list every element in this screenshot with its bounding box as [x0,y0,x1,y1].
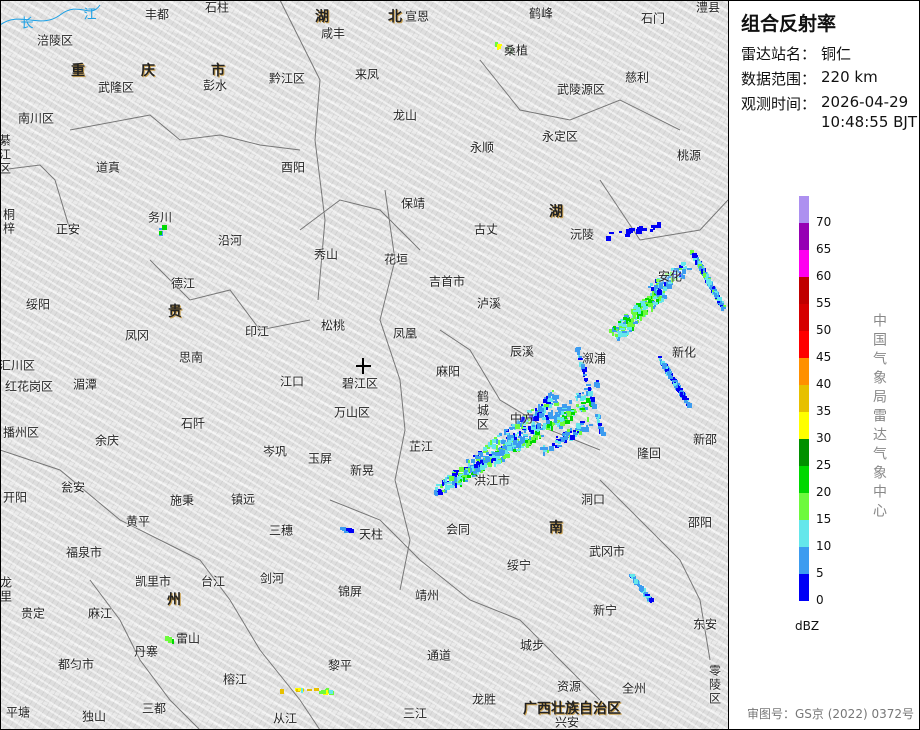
legend-swatch-35 [799,385,809,412]
range-row: 数据范围： 220 km [741,68,878,89]
legend-swatch-45 [799,331,809,358]
radar-viewer: 丰都 石柱湖北宣恩 咸丰 鹤峰 石门 澧县 涪陵区长江重庆市武隆区 彭水 黔江区 来凤 桑植 慈利 武陵… [0,0,920,730]
time-row: 观测时间： 2026-04-29 10:48:55 BJT [741,93,917,131]
legend-swatch-55 [799,277,809,304]
legend-label: 25 [816,458,832,472]
legend-label: 30 [816,431,832,445]
product-title: 组合反射率 [741,13,837,35]
agency-text: 中国气象局雷达气象中心 [871,313,887,522]
legend-label: 40 [816,377,832,391]
range-label: 数据范围： [741,70,817,88]
legend-label: 55 [816,296,832,310]
station-label: 雷达站名： [741,45,817,63]
legend-label: 20 [816,485,832,499]
legend-label: 10 [816,539,832,553]
legend-label: 15 [816,512,832,526]
legend-swatch-65 [799,223,809,250]
station-row: 雷达站名： 铜仁 [741,43,851,64]
legend-swatch-50 [799,304,809,331]
legend-swatch-25 [799,439,809,466]
legend-swatch-60 [799,250,809,277]
legend-swatch-10 [799,520,809,547]
legend-swatch-15 [799,493,809,520]
legend-label: 35 [816,404,832,418]
legend-label: 60 [816,269,832,283]
station-value: 铜仁 [821,45,852,63]
legend-label: 45 [816,350,832,364]
range-value: 220 km [821,68,878,86]
legend-swatch-70 [799,196,809,223]
time-label: 观测时间： [741,95,817,113]
legend-label: 50 [816,323,832,337]
legend-label: 70 [816,215,832,229]
legend-swatch-5 [799,547,809,574]
info-panel: 组合反射率 雷达站名： 铜仁 数据范围： 220 km 观测时间： 2026-0… [728,0,920,730]
legend-unit: dBZ [795,619,820,633]
map-approval-number: 审图号：GS京 (2022) 0372号 [747,707,914,721]
radar-station-crosshair-icon [356,358,371,374]
radar-map[interactable]: 丰都 石柱湖北宣恩 咸丰 鹤峰 石门 澧县 涪陵区长江重庆市武隆区 彭水 黔江区 来凤 桑植 慈利 武陵… [0,0,728,730]
legend-swatch-0 [799,574,809,601]
legend-swatch-40 [799,358,809,385]
time-date: 2026-04-29 [821,93,909,111]
legend-swatch-20 [799,466,809,493]
legend-label: 65 [816,242,832,256]
legend-label: 0 [816,593,824,607]
time-clock: 10:48:55 BJT [821,113,918,131]
legend-label: 5 [816,566,824,580]
legend-swatch-30 [799,412,809,439]
